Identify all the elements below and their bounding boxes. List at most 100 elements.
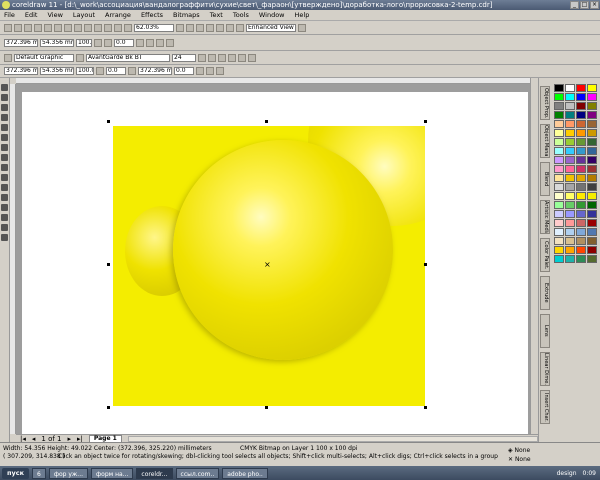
docker-tab-4[interactable]: Color Palet. [540,238,550,272]
palette-swatch[interactable] [554,147,564,155]
eyedropper-tool-icon[interactable] [1,204,8,211]
snap-to-objects-icon[interactable] [216,23,224,32]
palette-swatch[interactable] [565,192,575,200]
save-icon[interactable] [24,23,32,32]
bold-icon[interactable] [198,53,206,62]
interactive-blend-tool-icon[interactable] [1,194,8,201]
palette-swatch[interactable] [554,201,564,209]
palette-swatch[interactable] [587,210,597,218]
paste-icon[interactable] [64,23,72,32]
palette-swatch[interactable] [554,156,564,164]
palette-swatch[interactable] [554,84,564,92]
new-icon[interactable] [4,23,12,32]
palette-swatch[interactable] [587,156,597,164]
palette-swatch[interactable] [576,183,586,191]
palette-swatch[interactable] [587,237,597,245]
palette-swatch[interactable] [554,183,564,191]
palette-swatch[interactable] [587,228,597,236]
dynamic-guides-icon[interactable] [226,23,234,32]
mirror-vertical-icon[interactable] [146,38,154,47]
palette-swatch[interactable] [587,102,597,110]
palette-swatch[interactable] [565,228,575,236]
width-field[interactable]: 54.356 mm [40,38,74,47]
palette-swatch[interactable] [554,219,564,227]
docker-tab-8[interactable]: Insert Char. [540,390,550,424]
align-right-icon[interactable] [248,53,256,62]
palette-swatch[interactable] [554,237,564,245]
palette-swatch[interactable] [587,201,597,209]
menu-view[interactable]: View [47,11,62,19]
selection-handle-left[interactable] [107,263,110,266]
palette-swatch[interactable] [587,120,597,128]
palette-swatch[interactable] [576,201,586,209]
palette-swatch[interactable] [565,174,575,182]
selection-handle-right[interactable] [424,263,427,266]
view-mode-select[interactable]: Enhanced View [246,23,296,32]
menu-effects[interactable]: Effects [141,11,163,19]
taskbar-item[interactable]: форм на... [91,467,134,479]
palette-swatch[interactable] [587,84,597,92]
convert-to-curves-icon[interactable] [216,67,224,75]
menu-tools[interactable]: Tools [233,11,249,19]
palette-swatch[interactable] [565,165,575,173]
polygon-tool-icon[interactable] [1,164,8,171]
palette-swatch[interactable] [576,102,586,110]
selection-handle-bottom-right[interactable] [424,406,427,409]
palette-swatch[interactable] [587,138,597,146]
edit-bitmap-icon[interactable] [166,38,174,47]
palette-swatch[interactable] [565,201,575,209]
palette-swatch[interactable] [576,174,586,182]
palette-swatch[interactable] [565,156,575,164]
align-left-icon[interactable] [228,53,236,62]
menu-help[interactable]: Help [295,11,310,19]
palette-swatch[interactable] [565,102,575,110]
palette-swatch[interactable] [554,102,564,110]
open-icon[interactable] [14,23,22,32]
palette-swatch[interactable] [565,210,575,218]
full-screen-preview-icon[interactable] [176,23,184,32]
zoom-level-field[interactable]: 62.03% [134,23,174,32]
menu-edit[interactable]: Edit [25,11,38,19]
snap-to-grid-icon[interactable] [196,23,204,32]
palette-swatch[interactable] [587,174,597,182]
to-front-icon[interactable] [196,67,204,75]
application-launcher-icon[interactable] [114,23,122,32]
palette-swatch[interactable] [565,255,575,263]
taskbar-item[interactable]: ссыл.com.. [175,467,220,479]
interactive-fill-tool-icon[interactable] [1,234,8,241]
docker-tab-7[interactable]: Linear Dime. [540,352,550,386]
drawing-toggle-icon[interactable] [298,23,306,32]
docker-tab-2[interactable]: Blend [540,162,550,196]
trace-bitmap-icon[interactable] [156,38,164,47]
docker-tab-1[interactable]: Object Mana. [540,124,550,158]
undo-icon[interactable] [74,23,82,32]
menu-text[interactable]: Text [210,11,223,19]
freehand-tool-icon[interactable] [1,124,8,131]
crop-tool-icon[interactable] [1,104,8,111]
corel-online-icon[interactable] [124,23,132,32]
tray-label[interactable]: design [557,468,577,479]
rotation-angle-field[interactable]: 0.0 [114,38,134,47]
underline-icon[interactable] [218,53,226,62]
palette-swatch[interactable] [554,228,564,236]
palette-swatch[interactable] [554,174,564,182]
palette-swatch[interactable] [576,219,586,227]
palette-swatch[interactable] [576,156,586,164]
x-position-field-3[interactable]: 372.396 mm [138,67,172,75]
import-icon[interactable] [94,23,102,32]
palette-swatch[interactable] [554,192,564,200]
ellipse-tool-icon[interactable] [1,154,8,161]
docker-tab-6[interactable]: Lens [540,314,550,348]
palette-swatch[interactable] [554,255,564,263]
pick-tool-icon[interactable] [1,84,8,91]
palette-swatch[interactable] [587,192,597,200]
snap-to-guidelines-icon[interactable] [206,23,214,32]
palette-swatch[interactable] [576,84,586,92]
menu-bitmaps[interactable]: Bitmaps [173,11,200,19]
basic-shapes-tool-icon[interactable] [1,174,8,181]
palette-swatch[interactable] [565,246,575,254]
palette-swatch[interactable] [587,255,597,263]
outline-tool-icon[interactable] [1,214,8,221]
export-icon[interactable] [104,23,112,32]
palette-swatch[interactable] [587,111,597,119]
